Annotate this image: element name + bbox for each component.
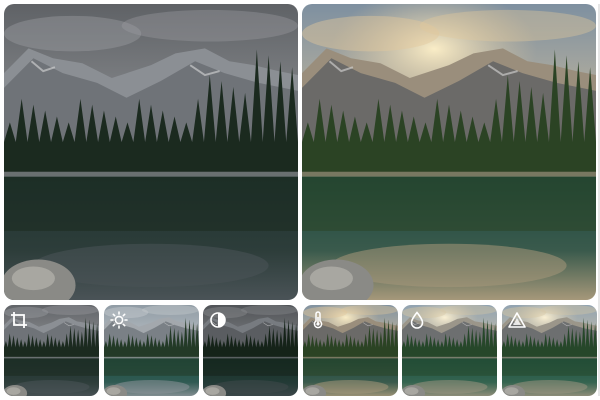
- sun-icon: [110, 311, 128, 329]
- tool-sharpen-thumbnail[interactable]: [502, 305, 597, 396]
- before-photo[interactable]: [4, 4, 298, 300]
- contrast-icon: [209, 311, 227, 329]
- tool-crop-thumbnail[interactable]: [4, 305, 99, 396]
- tool-brightness-thumbnail[interactable]: [104, 305, 199, 396]
- tool-contrast-thumbnail[interactable]: [203, 305, 298, 396]
- crop-icon: [10, 311, 28, 329]
- tool-saturation-thumbnail[interactable]: [402, 305, 497, 396]
- droplet-icon: [408, 311, 426, 329]
- tool-temperature-thumbnail[interactable]: [303, 305, 398, 396]
- triangle-icon: [508, 311, 526, 329]
- after-photo[interactable]: [302, 4, 596, 300]
- thermometer-icon: [309, 311, 327, 329]
